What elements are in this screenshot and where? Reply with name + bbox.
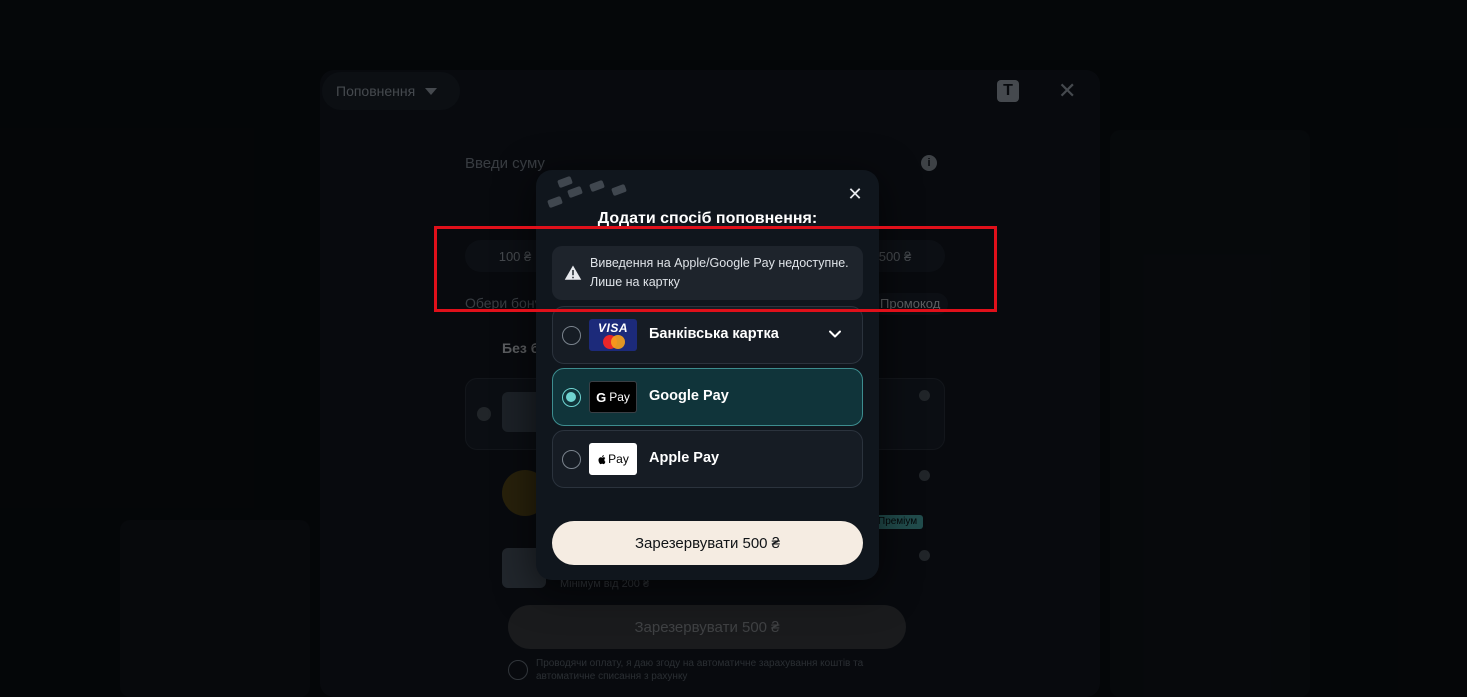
radio-google-pay[interactable] (562, 388, 581, 407)
radio-apple-pay[interactable] (562, 450, 581, 469)
deposit-dropdown-label: Поповнення (336, 83, 416, 99)
reserve-button[interactable]: Зарезервувати 500 ₴ (552, 521, 863, 565)
deposit-dropdown[interactable]: Поповнення (322, 72, 460, 110)
payment-method-google-pay[interactable]: G Pay Google Pay (552, 368, 863, 426)
terms-text: Проводячи оплату, я даю згоду на автомат… (536, 658, 864, 682)
bonus-dot (919, 550, 930, 561)
info-icon[interactable]: i (921, 155, 937, 171)
panel-close-icon[interactable]: ✕ (1058, 78, 1076, 104)
chevron-down-icon[interactable] (827, 326, 843, 342)
right-decoration (1110, 130, 1310, 697)
visa-mastercard-icon: VISA (589, 319, 637, 351)
terms-checkbox[interactable] (508, 660, 528, 680)
caret-down-icon (425, 87, 438, 95)
payment-method-label: Google Pay (649, 388, 729, 404)
alert-text: Виведення на Apple/Google Pay недоступне… (590, 256, 849, 289)
apple-logo-icon (598, 454, 606, 464)
close-icon[interactable]: ✕ (847, 184, 863, 204)
bonus-dot (919, 390, 930, 401)
payment-method-modal: ✕ Додати спосіб поповнення: Виведення на… (536, 170, 879, 580)
top-bar (0, 0, 1467, 60)
background-reserve-button[interactable]: Зарезервувати 500 ₴ (508, 605, 906, 649)
google-pay-icon: G Pay (589, 381, 637, 413)
apple-pay-icon: Pay (589, 443, 637, 475)
sum-label: Введи суму (465, 155, 545, 172)
warning-icon (564, 265, 582, 280)
payment-method-label: Apple Pay (649, 450, 720, 466)
left-decoration (120, 520, 310, 697)
translate-icon[interactable]: T (997, 80, 1019, 102)
promo-button[interactable]: Промокод (872, 293, 949, 315)
bonus-radio[interactable] (477, 407, 491, 421)
bonus-dot (919, 470, 930, 481)
bonus-tag: Преміум (872, 515, 924, 529)
payment-method-bank-card[interactable]: VISA Банківська картка (552, 306, 863, 364)
modal-title: Додати спосіб поповнення: (597, 210, 818, 227)
page: Поповнення T ✕ Введи суму i 100 ₴ 500 ₴ … (0, 0, 1467, 697)
payment-method-apple-pay[interactable]: Pay Apple Pay (552, 430, 863, 488)
warning-alert: Виведення на Apple/Google Pay недоступне… (552, 246, 863, 300)
payment-method-label: Банківська картка (649, 326, 779, 342)
radio-bank-card[interactable] (562, 326, 581, 345)
